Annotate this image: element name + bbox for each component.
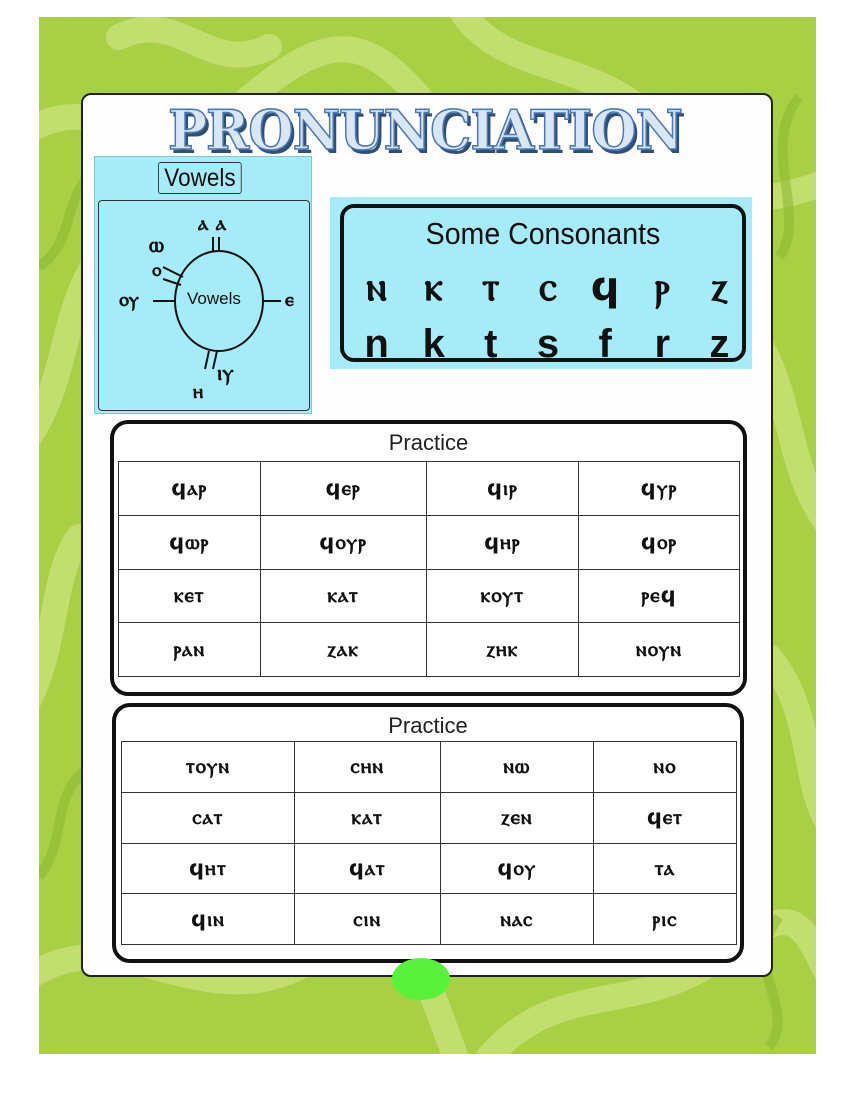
practice-word-cell: ϥⲓⲣ [425,461,580,516]
coptic-letter: ⲥ [539,264,557,310]
practice-word-cell: ⲛⲟ [592,741,738,793]
latin-letter: z [709,322,730,366]
practice-word-cell: ϥⲟⲩⲣ [259,514,427,570]
practice-box-1: Practice ϥⲁⲣ ϥⲉⲣ ϥⲓⲣ ϥⲩⲣ ϥⲱⲣ ϥⲟⲩⲣ ϥⲏⲣ ϥⲟⲣ ⲕⲉⲧ ⲕⲁⲧ… [110,420,747,696]
table-row: ϥⲁⲣ ϥⲉⲣ ϥⲓⲣ ϥⲩⲣ [118,461,740,516]
coptic-letter: ⲕ [424,264,443,310]
vowel-center-label: Vowels [187,289,241,308]
practice-word-cell: ⲍⲏⲕ [425,622,580,677]
consonants-panel: Some Consonants ⲛ ⲕ ⲧ ⲥ ϥ ⲣ ⲍ n k t s f … [330,197,752,369]
practice-word-cell: ϥⲟⲣ [578,514,740,570]
vowel-diagram: Vowels ⲁ ⲁ ⲱ ⲟ ⲟⲩ ⲉ ⲏ ⲓⲩ [98,200,310,411]
page-title: PRONUNCIATION [167,98,684,164]
practice-word-cell: ⲛⲟⲩⲛ [578,622,740,677]
green-page-marker [392,958,450,1000]
table-row: ϥⲱⲣ ϥⲟⲩⲣ ϥⲏⲣ ϥⲟⲣ [118,514,740,570]
practice-table-1: ϥⲁⲣ ϥⲉⲣ ϥⲓⲣ ϥⲩⲣ ϥⲱⲣ ϥⲟⲩⲣ ϥⲏⲣ ϥⲟⲣ ⲕⲉⲧ ⲕⲁⲧ ⲕⲟⲩⲧ ⲣⲉϥ ⲣⲁ… [118,461,740,677]
practice-word-cell: ⲣⲓⲥ [592,893,738,945]
practice-word-cell: ⲧⲟⲩⲛ [121,741,295,793]
practice-word-cell: ⲣⲁⲛ [118,622,261,677]
practice-word-cell: ⲧⲁ [592,842,738,895]
vowels-label: Vowels [158,162,242,194]
latin-letter: t [484,322,498,366]
latin-letter: n [364,322,389,366]
latin-letter: r [654,322,671,366]
vowels-panel: Vowels Vowels ⲁ ⲁ ⲱ ⲟ ⲟⲩ ⲉ ⲏ ⲓⲩ [94,156,312,414]
consonants-coptic-row: ⲛ ⲕ ⲧ ⲥ ϥ ⲣ ⲍ [348,264,748,310]
practice-table-2: ⲧⲟⲩⲛ ⲥⲏⲛ ⲛⲱ ⲛⲟ ⲥⲁⲧ ⲕⲁⲧ ⲍⲉⲛ ϥⲉⲧ ϥⲏⲧ ϥⲁⲧ ϥⲟⲩ ⲧⲁ ϥⲓⲛ ⲥⲓⲛ… [121,741,738,945]
practice-box-2: Practice ⲧⲟⲩⲛ ⲥⲏⲛ ⲛⲱ ⲛⲟ ⲥⲁⲧ ⲕⲁⲧ ⲍⲉⲛ ϥⲉⲧ ϥⲏⲧ ϥⲁⲧ ϥⲟ… [112,703,744,963]
practice-word-cell: ϥⲏⲧ [121,842,295,895]
latin-letter: s [536,322,560,366]
vowel-upper-left-1: ⲱ [149,233,164,258]
coptic-letter: ⲧ [482,264,500,310]
consonants-box: Some Consonants ⲛ ⲕ ⲧ ⲥ ϥ ⲣ ⲍ n k t s f … [340,204,748,366]
table-row: ϥⲓⲛ ⲥⲓⲛ ⲛⲁⲥ ⲣⲓⲥ [121,893,738,945]
latin-letter: f [598,322,612,366]
table-row: ⲧⲟⲩⲛ ⲥⲏⲛ ⲛⲱ ⲛⲟ [121,741,738,793]
practice-word-cell: ⲕⲁⲧ [259,568,427,624]
coptic-letter: ⲣ [654,264,670,310]
practice-word-cell: ϥⲟⲩ [439,842,594,895]
latin-letter: k [422,322,445,366]
practice-word-cell: ⲕⲁⲧ [293,791,441,844]
practice-title: Practice [388,430,469,455]
consonants-title: Some Consonants [425,216,661,251]
vowel-bottom-right: ⲓⲩ [217,361,234,386]
consonants-latin-row: n k t s f r z [348,322,748,367]
practice-word-cell: ⲛⲱ [439,741,594,793]
practice-word-cell: ϥⲉⲣ [259,461,427,516]
practice-word-cell: ⲛⲁⲥ [439,893,594,945]
vowel-top: ⲁ ⲁ [198,211,227,235]
practice-word-cell: ϥⲓⲛ [121,893,295,945]
practice-word-cell: ⲕⲟⲩⲧ [425,568,580,624]
coptic-letter: ϥ [590,264,620,310]
practice-word-cell: ϥⲩⲣ [578,461,740,516]
practice-word-cell: ⲣⲉϥ [578,568,740,624]
table-row: ϥⲏⲧ ϥⲁⲧ ϥⲟⲩ ⲧⲁ [121,842,738,895]
practice-word-cell: ⲕⲉⲧ [118,568,261,624]
practice-word-cell: ϥⲁⲧ [293,842,441,895]
table-row: ⲕⲉⲧ ⲕⲁⲧ ⲕⲟⲩⲧ ⲣⲉϥ [118,568,740,624]
practice-word-cell: ⲥⲏⲛ [293,741,441,793]
vowel-bottom-left: ⲏ [193,379,204,403]
practice-word-cell: ⲥⲓⲛ [293,893,441,945]
table-row: ⲥⲁⲧ ⲕⲁⲧ ⲍⲉⲛ ϥⲉⲧ [121,791,738,844]
practice-word-cell: ⲍⲉⲛ [439,791,594,844]
practice-word-cell: ⲥⲁⲧ [121,791,295,844]
practice-word-cell: ⲍⲁⲕ [259,622,427,677]
practice-word-cell: ϥⲱⲣ [118,514,261,570]
practice-word-cell: ϥⲉⲧ [592,791,738,844]
practice-word-cell: ϥⲏⲣ [425,514,580,570]
vowel-right: ⲉ [285,287,294,311]
vowel-upper-left-2: ⲟ [152,259,162,281]
table-row: ⲣⲁⲛ ⲍⲁⲕ ⲍⲏⲕ ⲛⲟⲩⲛ [118,622,740,677]
coptic-letter: ⲍ [711,264,728,310]
practice-word-cell: ϥⲁⲣ [118,461,261,516]
practice-title: Practice [388,713,468,738]
vowel-left: ⲟⲩ [119,287,139,311]
coptic-letter: ⲛ [366,264,387,310]
